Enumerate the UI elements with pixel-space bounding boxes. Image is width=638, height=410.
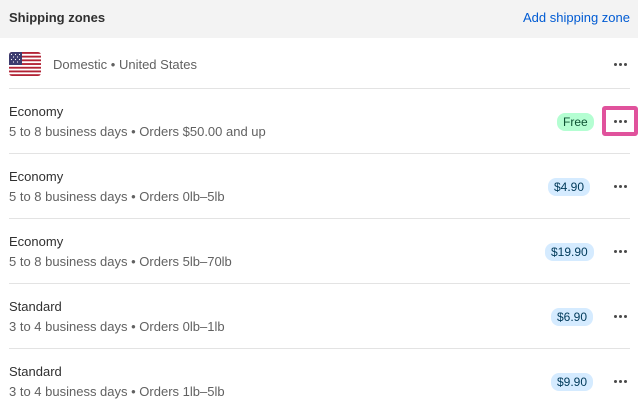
add-shipping-zone-link[interactable]: Add shipping zone: [523, 10, 630, 25]
rate-more-actions-button[interactable]: [602, 106, 638, 136]
rate-price-badge: $19.90: [545, 243, 594, 261]
section-title: Shipping zones: [9, 10, 106, 25]
us-flag-icon: [9, 52, 41, 76]
divider: [9, 348, 630, 349]
rate-name: Economy: [9, 169, 64, 184]
divider: [9, 218, 630, 219]
rate-row: Standard 3 to 4 business days • Orders 1…: [9, 364, 630, 410]
rate-name: Standard: [9, 299, 62, 314]
rate-more-actions-button[interactable]: [603, 367, 637, 395]
rate-row: Economy 5 to 8 business days • Orders $5…: [9, 104, 630, 164]
rate-row: Economy 5 to 8 business days • Orders 5l…: [9, 234, 630, 294]
rate-row: Standard 3 to 4 business days • Orders 0…: [9, 299, 630, 359]
zone-name: Domestic • United States: [53, 57, 197, 72]
shipping-zones-header: Shipping zones Add shipping zone: [0, 0, 638, 38]
more-horizontal-icon: [613, 249, 627, 253]
more-horizontal-icon: [613, 119, 627, 123]
rate-description: 3 to 4 business days • Orders 1lb–5lb: [9, 384, 225, 399]
rate-price-badge: $9.90: [551, 373, 594, 391]
rate-name: Economy: [9, 234, 64, 249]
rate-description: 3 to 4 business days • Orders 0lb–1lb: [9, 319, 225, 334]
divider: [9, 153, 630, 154]
rate-price-badge: Free: [557, 113, 594, 131]
more-horizontal-icon: [613, 184, 627, 188]
rate-more-actions-button[interactable]: [603, 237, 637, 265]
rate-name: Economy: [9, 104, 64, 119]
zone-more-actions-button[interactable]: [603, 50, 637, 78]
rate-description: 5 to 8 business days • Orders $50.00 and…: [9, 124, 266, 139]
divider: [9, 283, 630, 284]
rate-row: Economy 5 to 8 business days • Orders 0l…: [9, 169, 630, 229]
rate-description: 5 to 8 business days • Orders 5lb–70lb: [9, 254, 232, 269]
more-horizontal-icon: [613, 314, 627, 318]
rate-price-badge: $6.90: [551, 308, 594, 326]
divider: [9, 88, 630, 89]
zone-row-domestic: Domestic • United States: [9, 50, 630, 80]
more-horizontal-icon: [613, 62, 627, 66]
rate-description: 5 to 8 business days • Orders 0lb–5lb: [9, 189, 225, 204]
rate-price-badge: $4.90: [548, 178, 591, 196]
rate-more-actions-button[interactable]: [603, 172, 637, 200]
more-horizontal-icon: [613, 379, 627, 383]
rate-more-actions-button[interactable]: [603, 302, 637, 330]
rate-name: Standard: [9, 364, 62, 379]
